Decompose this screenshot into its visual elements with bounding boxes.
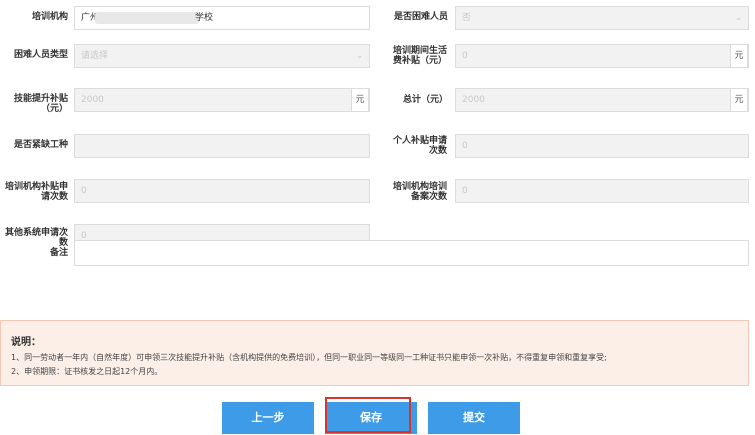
chevron-down-icon: ⌄ (356, 51, 363, 60)
org-field[interactable]: 广州 学校 (74, 6, 370, 30)
skill-subsidy-value: 2000 (81, 95, 104, 105)
org-value-suffix: 学校 (195, 13, 214, 23)
org-record-count-value: 0 (462, 186, 468, 196)
prev-button[interactable]: 上一步 (222, 402, 314, 434)
org-record-count-label: 培训机构培训备案次数 (392, 182, 447, 202)
notice-panel: 说明： 1、同一劳动者一年内（自然年度）可申领三次技能提升补贴（含机构提供的免费… (0, 320, 749, 386)
save-highlight-box (325, 397, 411, 433)
total-input[interactable]: 2000 元 (455, 88, 749, 112)
org-count-label: 培训机构补贴申请次数 (4, 182, 68, 202)
notice-line-1: 1、同一劳动者一年内（自然年度）可申领三次技能提升补贴（含机构提供的免费培训），… (11, 353, 607, 362)
notice-line-2: 2、申领期限：证书核发之日起12个月内。 (11, 367, 163, 376)
other-count-label: 其他系统申请次数 (4, 228, 68, 248)
living-subsidy-value: 0 (462, 51, 468, 61)
notice-title: 说明： (11, 337, 41, 348)
living-subsidy-unit: 元 (730, 44, 748, 68)
personal-count-input[interactable]: 0 (455, 134, 749, 158)
personal-count-label: 个人补贴申请次数 (392, 136, 447, 156)
diff-type-label: 困难人员类型 (13, 50, 68, 60)
shortage-input[interactable] (74, 134, 370, 158)
total-value: 2000 (462, 95, 485, 105)
remark-textarea[interactable] (74, 240, 749, 266)
difficult-select[interactable]: 否 ⌄ (455, 6, 749, 30)
diff-type-select[interactable]: 请选择 ⌄ (74, 44, 370, 68)
org-label: 培训机构 (31, 12, 68, 22)
skill-subsidy-label: 技能提升补贴（元） (13, 94, 68, 114)
org-count-input[interactable]: 0 (74, 179, 370, 203)
personal-count-value: 0 (462, 141, 468, 151)
shortage-label: 是否紧缺工种 (13, 140, 68, 150)
org-value-redacted (95, 12, 199, 24)
submit-button[interactable]: 提交 (428, 402, 520, 434)
difficult-label: 是否困难人员 (393, 12, 448, 22)
total-unit: 元 (730, 88, 748, 112)
living-subsidy-input[interactable]: 0 元 (455, 44, 749, 68)
remark-label: 备注 (49, 248, 68, 258)
skill-subsidy-unit: 元 (351, 88, 369, 112)
total-label: 总计（元） (402, 95, 448, 105)
chevron-down-icon: ⌄ (735, 13, 742, 22)
skill-subsidy-input[interactable]: 2000 元 (74, 88, 370, 112)
org-record-count-input[interactable]: 0 (455, 179, 749, 203)
diff-type-placeholder: 请选择 (81, 51, 109, 61)
difficult-value: 否 (462, 13, 472, 23)
living-subsidy-label: 培训期间生活费补贴（元） (392, 46, 447, 66)
org-count-value: 0 (81, 186, 87, 196)
